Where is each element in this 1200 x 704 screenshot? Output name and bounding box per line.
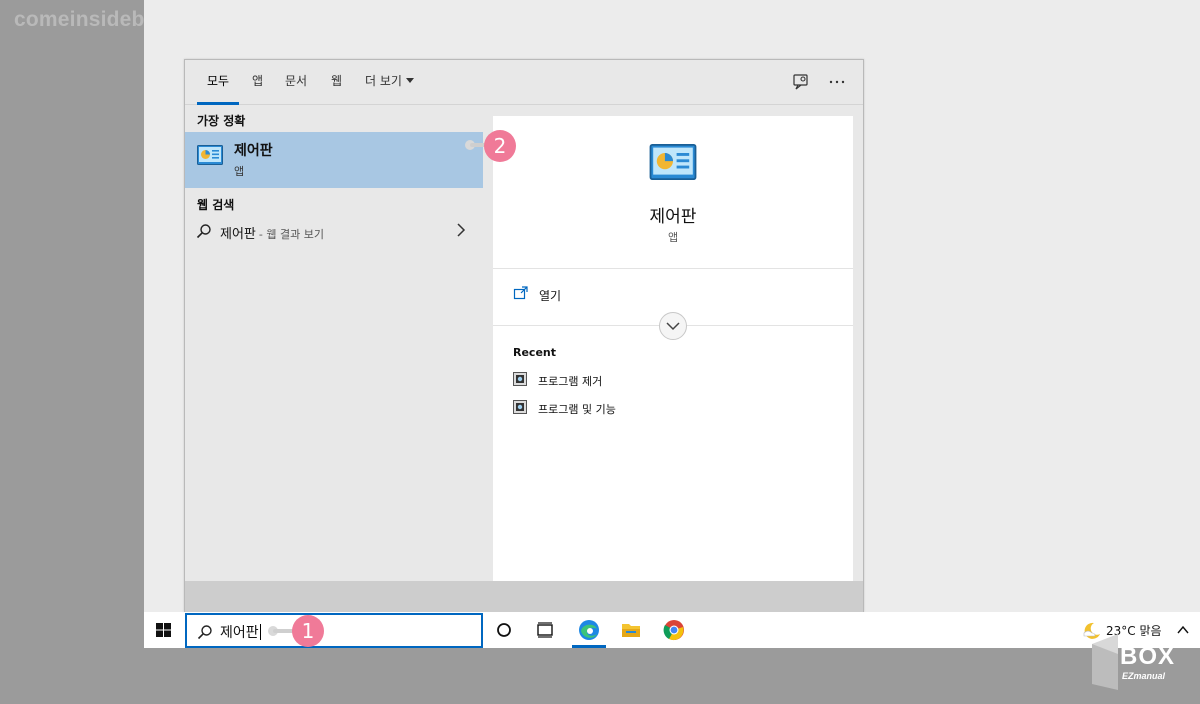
divider <box>493 268 853 269</box>
feedback-icon[interactable] <box>791 72 811 92</box>
best-match-type: 앱 <box>234 165 245 178</box>
logo-main-text: BOX <box>1120 643 1176 670</box>
callout-badge-2: 2 <box>484 130 516 162</box>
search-icon <box>196 224 211 239</box>
chevron-right-icon[interactable] <box>455 222 467 238</box>
insidebox-logo: Inside BOX EZmanual <box>1088 630 1188 692</box>
web-search-heading: 웹 검색 <box>197 198 235 212</box>
web-search-text: 제어판 - 웹 결과 보기 <box>220 223 324 242</box>
tab-documents[interactable]: 문서 <box>285 60 307 105</box>
search-input-value: 제어판 <box>220 625 259 641</box>
web-search-term: 제어판 <box>220 227 256 242</box>
tab-web[interactable]: 웹 <box>331 60 342 105</box>
chevron-down-icon <box>666 322 680 331</box>
web-search-suffix: - 웹 결과 보기 <box>258 228 324 241</box>
preview-title: 제어판 <box>649 207 697 227</box>
control-panel-icon <box>649 144 697 180</box>
logo-bottom-text: EZmanual <box>1122 671 1166 681</box>
search-input[interactable]: 제어판 <box>220 622 261 642</box>
more-icon[interactable] <box>827 72 847 92</box>
tab-more[interactable]: 더 보기 <box>365 60 414 105</box>
preview-pane: 제어판 앱 열기 Recent 프로그램 제거 프로그램 및 기능 <box>493 116 853 581</box>
recent-item-label: 프로그램 및 기능 <box>538 403 616 416</box>
open-label: 열기 <box>539 289 562 303</box>
cortana-icon[interactable] <box>494 620 514 640</box>
results-list: 가장 정확 제어판 앱 웹 검색 제어판 - 웹 결과 보기 <box>185 105 483 581</box>
best-match-item[interactable]: 제어판 앱 <box>185 132 483 188</box>
best-match-heading: 가장 정확 <box>197 114 246 128</box>
edge-icon[interactable] <box>577 618 601 642</box>
search-icon <box>197 625 212 640</box>
recent-item-label: 프로그램 제거 <box>538 375 603 388</box>
desktop-bottom <box>144 648 1200 704</box>
callout-badge-1: 1 <box>292 615 324 647</box>
tab-more-label: 더 보기 <box>365 74 402 88</box>
tab-all[interactable]: 모두 <box>196 60 240 105</box>
tab-apps[interactable]: 앱 <box>252 60 263 105</box>
preview-type: 앱 <box>667 231 679 244</box>
program-icon <box>513 372 527 386</box>
search-tab-bar: 모두 앱 문서 웹 더 보기 <box>185 60 863 105</box>
web-search-item[interactable]: 제어판 - 웹 결과 보기 <box>185 219 483 243</box>
open-icon <box>513 286 528 300</box>
task-view-icon[interactable] <box>535 620 555 640</box>
control-panel-icon <box>197 145 223 165</box>
program-icon <box>513 400 527 414</box>
best-match-title: 제어판 <box>234 143 273 159</box>
taskbar-search-box[interactable]: 제어판 <box>185 613 483 648</box>
windows-start-icon[interactable] <box>155 620 173 640</box>
search-panel: 모두 앱 문서 웹 더 보기 가장 정확 제어판 앱 웹 검색 제어판 - 웹 … <box>184 59 864 613</box>
panel-footer <box>185 581 863 613</box>
chrome-icon[interactable] <box>663 619 685 641</box>
text-cursor <box>259 624 261 640</box>
chevron-down-icon <box>405 78 414 83</box>
file-explorer-icon[interactable] <box>620 620 642 640</box>
expand-button[interactable] <box>659 312 687 340</box>
recent-heading: Recent <box>513 346 557 359</box>
